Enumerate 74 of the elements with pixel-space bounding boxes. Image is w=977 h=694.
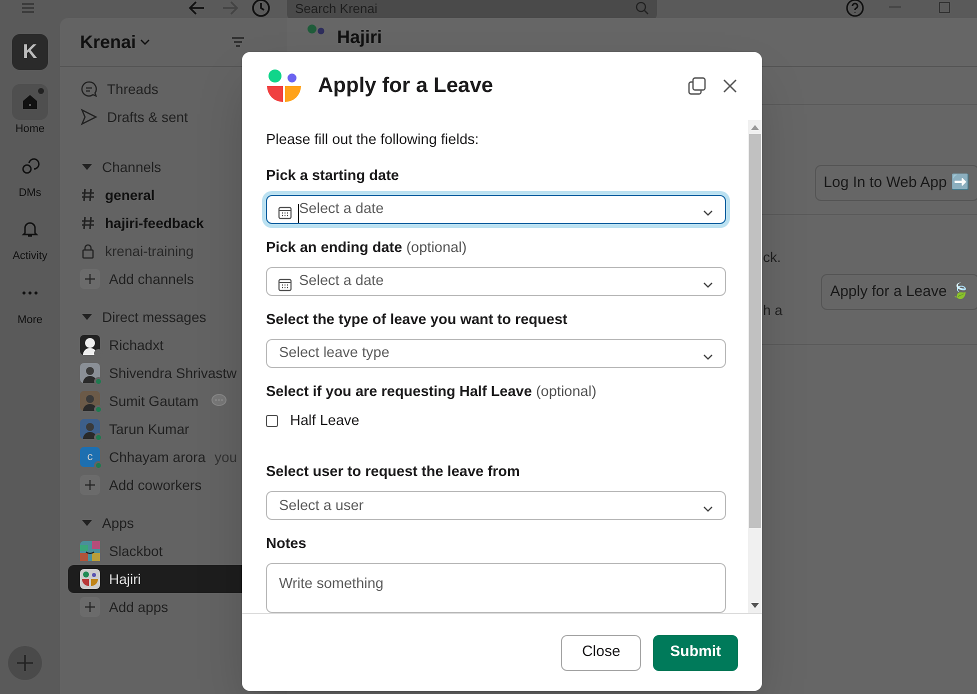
scrollbar-thumb[interactable] xyxy=(749,134,761,528)
text-area[interactable]: Write something xyxy=(266,563,726,613)
back-arrow-icon[interactable] xyxy=(188,0,206,16)
modal-title: Apply for a Leave xyxy=(318,73,494,100)
rail-button[interactable]: More xyxy=(2,274,58,328)
chevron-down-icon xyxy=(703,210,713,216)
intro-text: Please fill out the following fields: xyxy=(266,131,480,150)
checkbox-label[interactable]: Half Leave xyxy=(290,410,360,432)
message-text: h a xyxy=(763,301,782,320)
chevron-down-icon xyxy=(703,506,713,512)
app-icon xyxy=(80,569,100,589)
minimize-icon[interactable] xyxy=(889,6,901,8)
channel-title[interactable]: Hajiri xyxy=(337,24,382,51)
threads-icon xyxy=(80,80,98,98)
hash-icon xyxy=(80,215,96,231)
chevron-down-icon xyxy=(703,282,713,288)
field-label: Select the type of leave you want to request xyxy=(266,310,568,330)
app-icon xyxy=(80,541,100,561)
scroll-down-icon[interactable] xyxy=(751,603,759,609)
scroll-up-icon[interactable] xyxy=(751,124,759,130)
message-text: ck. xyxy=(763,248,781,267)
date-picker[interactable]: Select a date xyxy=(266,266,726,296)
sidebar-item[interactable]: Tarun Kumar xyxy=(68,415,279,443)
action-button[interactable]: Log In to Web App ➡ xyxy=(814,165,977,201)
sidebar-item[interactable]: Threads xyxy=(68,75,279,103)
rail-button[interactable]: DMs xyxy=(2,148,58,201)
scrollbar[interactable] xyxy=(748,120,762,613)
rail-button[interactable]: Home xyxy=(2,84,58,138)
plus-icon xyxy=(85,602,95,612)
plus-icon xyxy=(85,274,95,284)
close-icon[interactable] xyxy=(722,78,738,94)
action-button[interactable]: Apply for a Leave 🍃 xyxy=(821,274,977,310)
close-button[interactable]: Close xyxy=(561,634,642,670)
more-icon xyxy=(22,290,38,294)
person-icon xyxy=(83,395,97,411)
hash-icon xyxy=(80,187,96,203)
add-workspace-button[interactable] xyxy=(8,646,42,680)
chevron-down-icon xyxy=(703,354,713,360)
workspace-icon[interactable]: K xyxy=(12,34,48,70)
home-icon xyxy=(20,92,40,112)
filter-icon[interactable] xyxy=(231,36,245,48)
copy-icon[interactable] xyxy=(688,77,706,95)
calendar-icon xyxy=(278,206,292,220)
person-icon xyxy=(83,423,97,439)
rail-button[interactable]: Activity xyxy=(2,211,58,264)
dropdown[interactable]: Select a user xyxy=(266,491,726,520)
menu-icon[interactable] xyxy=(20,2,36,14)
workspace-name[interactable]: Krenai xyxy=(80,28,136,56)
help-icon[interactable] xyxy=(845,0,865,18)
submit-button[interactable]: Submit xyxy=(653,634,738,670)
plus-icon xyxy=(85,480,95,490)
search-icon xyxy=(635,1,649,15)
app-logo-icon xyxy=(266,69,302,103)
field-label: Select user to request the leave from xyxy=(266,463,521,482)
caret-icon xyxy=(82,313,92,321)
date-picker[interactable]: Select a date xyxy=(266,194,726,224)
chat-bubbles-icon xyxy=(20,156,40,176)
chevron-icon xyxy=(140,38,150,46)
caret-icon xyxy=(82,519,92,527)
sidebar-item[interactable]: Drafts & sent xyxy=(68,103,279,131)
avatar-letter: c xyxy=(86,450,94,465)
field-label: Notes xyxy=(266,535,308,554)
field-label: Pick an ending date (optional) xyxy=(266,238,468,258)
maximize-icon[interactable] xyxy=(939,2,950,13)
person-icon xyxy=(83,367,97,383)
checkbox[interactable] xyxy=(266,415,278,428)
calendar-icon xyxy=(278,278,292,292)
history-icon[interactable] xyxy=(251,0,271,18)
field-label: Select if you are requesting Half Leave (optional) xyxy=(266,382,598,402)
dropdown[interactable]: Select leave type xyxy=(266,338,726,368)
plus-icon xyxy=(16,654,34,672)
send-icon xyxy=(80,108,98,126)
lock-icon xyxy=(80,243,96,259)
caret-icon xyxy=(82,163,92,171)
